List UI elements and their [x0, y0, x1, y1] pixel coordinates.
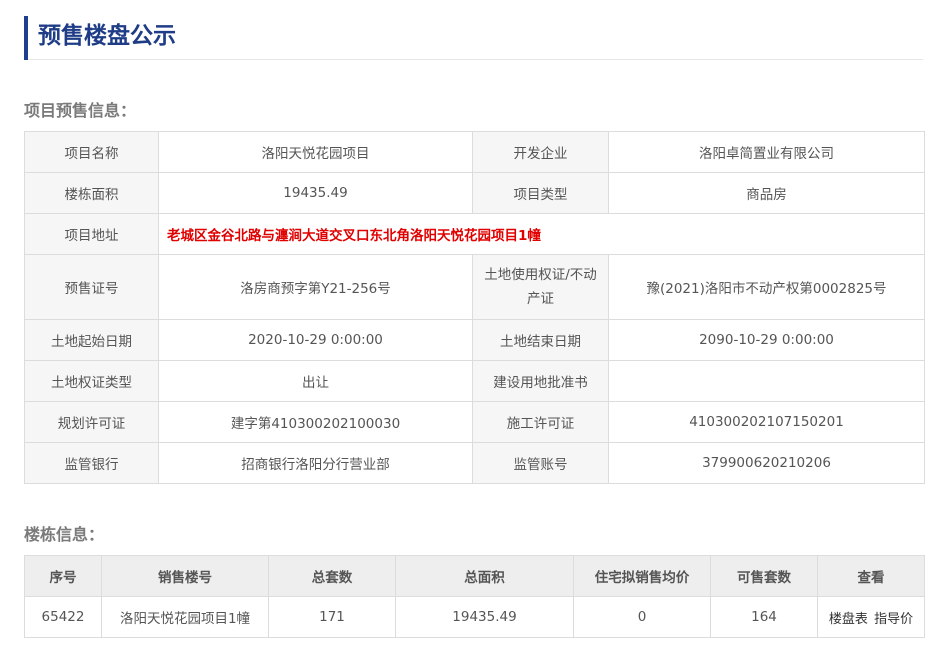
- cell-building-name: 洛阳天悦花园项目1幢: [101, 596, 269, 638]
- value-land-end-date: 2090-10-29 0:00:00: [608, 319, 925, 361]
- cell-available: 164: [710, 596, 818, 638]
- title-accent-bar: [24, 16, 28, 60]
- cell-view-links: 楼盘表 指导价: [817, 596, 925, 638]
- value-project-type: 商品房: [608, 172, 925, 214]
- value-planning-permit: 建字第410300202100030: [158, 401, 473, 443]
- value-project-address: 老城区金谷北路与瀍涧大道交叉口东北角洛阳天悦花园项目1幢: [158, 213, 925, 255]
- col-header-no: 序号: [24, 555, 102, 597]
- value-land-cert: 豫(2021)洛阳市不动产权第0002825号: [608, 254, 925, 320]
- col-header-total-units: 总套数: [268, 555, 396, 597]
- cell-avg-price: 0: [573, 596, 711, 638]
- page-header: 预售楼盘公示: [24, 16, 923, 60]
- label-land-approval: 建设用地批准书: [472, 360, 609, 402]
- table-row: 65422 洛阳天悦花园项目1幢 171 19435.49 0 164 楼盘表 …: [24, 596, 925, 638]
- label-land-cert-type: 土地权证类型: [24, 360, 159, 402]
- value-land-start-date: 2020-10-29 0:00:00: [158, 319, 473, 361]
- label-project-type: 项目类型: [472, 172, 609, 214]
- table-row: 土地起始日期 2020-10-29 0:00:00 土地结束日期 2090-10…: [24, 319, 925, 361]
- label-project-address: 项目地址: [24, 213, 159, 255]
- value-project-name: 洛阳天悦花园项目: [158, 131, 473, 173]
- cell-no: 65422: [24, 596, 102, 638]
- table-row: 项目名称 洛阳天悦花园项目 开发企业 洛阳卓简置业有限公司: [24, 131, 925, 173]
- table-row: 规划许可证 建字第410300202100030 施工许可证 410300202…: [24, 401, 925, 443]
- table-header-row: 序号 销售楼号 总套数 总面积 住宅拟销售均价 可售套数 查看: [24, 555, 925, 597]
- label-supervising-account: 监管账号: [472, 442, 609, 484]
- label-construction-permit: 施工许可证: [472, 401, 609, 443]
- label-presale-cert: 预售证号: [24, 254, 159, 320]
- value-supervising-bank: 招商银行洛阳分行营业部: [158, 442, 473, 484]
- label-project-name: 项目名称: [24, 131, 159, 173]
- cell-total-units: 171: [268, 596, 396, 638]
- project-info-table: 项目名称 洛阳天悦花园项目 开发企业 洛阳卓简置业有限公司 楼栋面积 19435…: [24, 131, 925, 484]
- label-building-area: 楼栋面积: [24, 172, 159, 214]
- table-row: 预售证号 洛房商预字第Y21-256号 土地使用权证/不动产证 豫(2021)洛…: [24, 254, 925, 320]
- label-land-end-date: 土地结束日期: [472, 319, 609, 361]
- label-land-cert: 土地使用权证/不动产证: [472, 254, 609, 320]
- col-header-total-area: 总面积: [395, 555, 574, 597]
- value-land-approval: [608, 360, 925, 402]
- col-header-available: 可售套数: [710, 555, 818, 597]
- table-row: 项目地址 老城区金谷北路与瀍涧大道交叉口东北角洛阳天悦花园项目1幢: [24, 213, 925, 255]
- value-land-cert-type: 出让: [158, 360, 473, 402]
- label-developer: 开发企业: [472, 131, 609, 173]
- value-supervising-account: 379900620210206: [608, 442, 925, 484]
- col-header-avg-price: 住宅拟销售均价: [573, 555, 711, 597]
- value-building-area: 19435.49: [158, 172, 473, 214]
- label-planning-permit: 规划许可证: [24, 401, 159, 443]
- cell-total-area: 19435.49: [395, 596, 574, 638]
- floor-plan-link[interactable]: 楼盘表: [829, 612, 868, 627]
- guide-price-link[interactable]: 指导价: [874, 612, 913, 627]
- project-info-title: 项目预售信息：: [24, 101, 137, 120]
- building-table: 序号 销售楼号 总套数 总面积 住宅拟销售均价 可售套数 查看 65422 洛阳…: [24, 555, 925, 638]
- page-title: 预售楼盘公示: [38, 23, 176, 49]
- value-construction-permit: 410300202107150201: [608, 401, 925, 443]
- value-developer: 洛阳卓简置业有限公司: [608, 131, 925, 173]
- col-header-view: 查看: [817, 555, 925, 597]
- table-row: 土地权证类型 出让 建设用地批准书: [24, 360, 925, 402]
- table-row: 楼栋面积 19435.49 项目类型 商品房: [24, 172, 925, 214]
- label-land-start-date: 土地起始日期: [24, 319, 159, 361]
- label-supervising-bank: 监管银行: [24, 442, 159, 484]
- value-presale-cert: 洛房商预字第Y21-256号: [158, 254, 473, 320]
- col-header-building-name: 销售楼号: [101, 555, 269, 597]
- building-info-title: 楼栋信息：: [24, 525, 105, 544]
- table-row: 监管银行 招商银行洛阳分行营业部 监管账号 379900620210206: [24, 442, 925, 484]
